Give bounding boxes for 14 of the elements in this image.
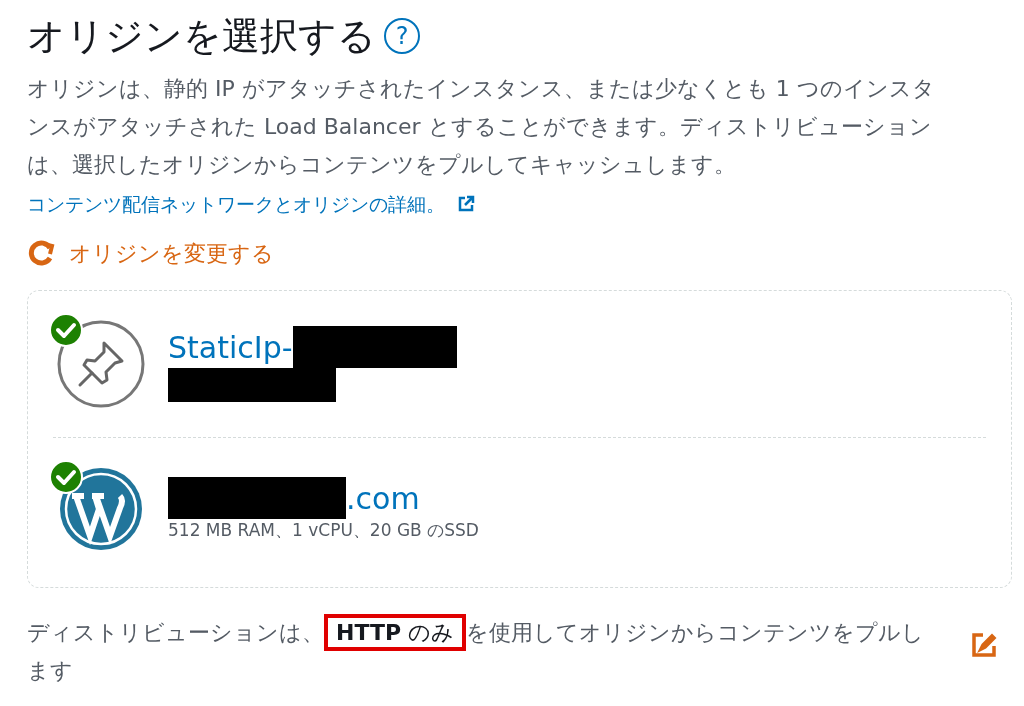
edit-icon[interactable] bbox=[971, 631, 997, 658]
wordpress-icon bbox=[57, 465, 144, 552]
pushpin-icon bbox=[55, 318, 146, 409]
help-button[interactable]: ? bbox=[384, 18, 420, 54]
change-origin-button[interactable]: オリジンを変更する bbox=[27, 236, 274, 270]
external-link-icon bbox=[457, 195, 475, 214]
description: オリジンは、静的 IP がアタッチされたインスタンス、または少なくとも 1 つのインスタンスがアタッチされた Load Balancer とすることができます。ディストリビューションは、選択したオリジンからコンテンツをプルしてキャッシュします。 bbox=[27, 75, 936, 179]
learn-more-link[interactable]: コンテンツ配信ネットワークとオリジンの詳細。 bbox=[27, 190, 445, 219]
origin-specs: 512 MB RAM、1 vCPU、20 GB のSSD bbox=[168, 518, 479, 541]
page-title: オリジンを選択する bbox=[27, 13, 376, 60]
origin-name[interactable]: .com bbox=[346, 478, 420, 519]
origin-name[interactable]: StaticIp- bbox=[168, 327, 293, 368]
protocol-note: ディストリビューションは、 HTTP のみ を使用してオリジンからコンテンツをプルします bbox=[27, 613, 927, 690]
refresh-icon bbox=[27, 238, 57, 268]
